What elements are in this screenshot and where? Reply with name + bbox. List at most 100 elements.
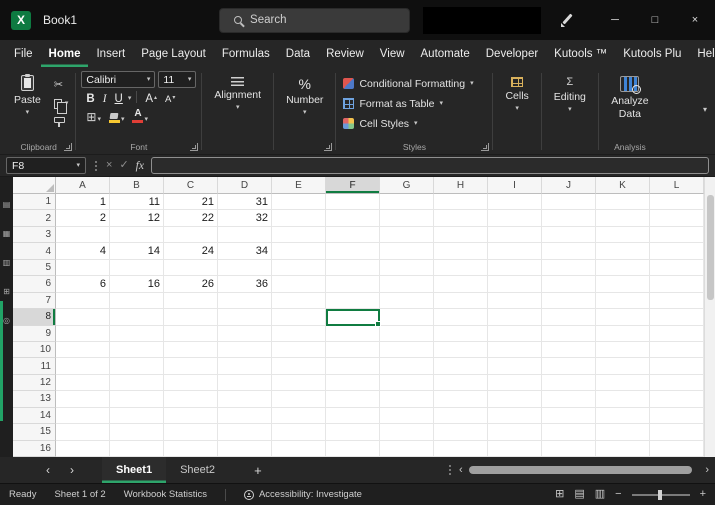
- cell-k10[interactable]: [596, 341, 650, 359]
- cell-h4[interactable]: [434, 243, 488, 260]
- cell-l16[interactable]: [650, 440, 704, 457]
- font-dialog-launcher[interactable]: [190, 143, 199, 151]
- page-break-view-icon[interactable]: ▥: [595, 489, 605, 500]
- cell-j8[interactable]: [542, 309, 596, 326]
- cell-j11[interactable]: [542, 358, 596, 375]
- cell-a14[interactable]: [56, 407, 110, 425]
- cell-j2[interactable]: [542, 210, 596, 227]
- cell-e3[interactable]: [272, 226, 326, 244]
- menu-tab-automate[interactable]: Automate: [413, 40, 478, 67]
- cell-c6[interactable]: 26: [164, 276, 218, 293]
- cell-a13[interactable]: [56, 391, 110, 408]
- cancel-entry-icon[interactable]: ×: [106, 160, 112, 171]
- scroll-right-icon[interactable]: ›: [705, 464, 709, 476]
- cell-f11[interactable]: [326, 358, 380, 375]
- cell-g10[interactable]: [380, 341, 434, 359]
- next-sheet-icon[interactable]: ›: [70, 463, 74, 477]
- column-header-g[interactable]: G: [380, 177, 434, 194]
- cell-d15[interactable]: [218, 424, 272, 441]
- menu-tab-view[interactable]: View: [372, 40, 413, 67]
- minimize-button[interactable]: ─: [595, 0, 635, 40]
- cell-k4[interactable]: [596, 243, 650, 260]
- cell-f6[interactable]: [326, 276, 380, 293]
- cell-i1[interactable]: [488, 194, 542, 211]
- cell-l9[interactable]: [650, 325, 704, 342]
- sheet-tab-sheet1[interactable]: Sheet1: [102, 457, 167, 483]
- cell-g1[interactable]: [380, 194, 434, 211]
- cell-l1[interactable]: [650, 194, 704, 211]
- cell-b14[interactable]: [110, 407, 164, 425]
- conditional-formatting-button[interactable]: Conditional Formatting ▾: [341, 74, 487, 93]
- cell-c11[interactable]: [164, 358, 218, 375]
- row-header-13[interactable]: 13: [13, 391, 56, 408]
- row-header-11[interactable]: 11: [13, 358, 56, 375]
- cell-b1[interactable]: 11: [110, 194, 164, 211]
- scroll-left-icon[interactable]: ‹: [459, 464, 463, 476]
- cell-g9[interactable]: [380, 325, 434, 342]
- cell-l3[interactable]: [650, 226, 704, 244]
- styles-dialog-launcher[interactable]: [481, 143, 490, 151]
- cell-h5[interactable]: [434, 259, 488, 277]
- cell-l2[interactable]: [650, 210, 704, 227]
- row-header-12[interactable]: 12: [13, 374, 56, 392]
- cell-c4[interactable]: 24: [164, 243, 218, 260]
- cell-c1[interactable]: 21: [164, 194, 218, 211]
- menu-tab-formulas[interactable]: Formulas: [214, 40, 278, 67]
- menu-tab-page-layout[interactable]: Page Layout: [133, 40, 214, 67]
- cell-b16[interactable]: [110, 440, 164, 457]
- cell-c3[interactable]: [164, 226, 218, 244]
- cell-b6[interactable]: 16: [110, 276, 164, 293]
- cell-e2[interactable]: [272, 210, 326, 227]
- cell-a2[interactable]: 2: [56, 210, 110, 227]
- cell-f14[interactable]: [326, 407, 380, 425]
- cell-j9[interactable]: [542, 325, 596, 342]
- cell-h1[interactable]: [434, 194, 488, 211]
- cell-l10[interactable]: [650, 341, 704, 359]
- cell-k14[interactable]: [596, 407, 650, 425]
- panel-grid-icon[interactable]: ⊞: [3, 288, 10, 296]
- cell-g8[interactable]: [380, 309, 434, 326]
- cell-e10[interactable]: [272, 341, 326, 359]
- analyze-data-button[interactable]: Analyze Data: [604, 71, 656, 120]
- menu-tab-home[interactable]: Home: [41, 40, 89, 67]
- row-header-2[interactable]: 2: [13, 210, 56, 227]
- menu-tab-kutools[interactable]: Kutools ™: [546, 40, 615, 67]
- cell-b2[interactable]: 12: [110, 210, 164, 227]
- cell-b10[interactable]: [110, 341, 164, 359]
- cell-k16[interactable]: [596, 440, 650, 457]
- cell-l13[interactable]: [650, 391, 704, 408]
- cell-k12[interactable]: [596, 374, 650, 392]
- cell-i8[interactable]: [488, 309, 542, 326]
- row-header-7[interactable]: 7: [13, 292, 56, 310]
- zoom-in-button[interactable]: +: [700, 489, 706, 500]
- format-painter-button[interactable]: [52, 115, 71, 130]
- cell-c12[interactable]: [164, 374, 218, 392]
- cell-h16[interactable]: [434, 440, 488, 457]
- cell-f10[interactable]: [326, 341, 380, 359]
- clipboard-dialog-launcher[interactable]: [64, 143, 73, 151]
- menu-tab-help[interactable]: Help: [689, 40, 715, 67]
- cell-l14[interactable]: [650, 407, 704, 425]
- menu-tab-file[interactable]: File: [6, 40, 41, 67]
- menu-tab-review[interactable]: Review: [318, 40, 372, 67]
- cell-i5[interactable]: [488, 259, 542, 277]
- cell-h8[interactable]: [434, 309, 488, 326]
- cell-l5[interactable]: [650, 259, 704, 277]
- column-header-l[interactable]: L: [650, 177, 704, 194]
- column-header-f[interactable]: F: [326, 177, 380, 194]
- previous-sheet-icon[interactable]: ‹: [46, 463, 50, 477]
- cell-k8[interactable]: [596, 309, 650, 326]
- cell-h3[interactable]: [434, 226, 488, 244]
- bold-button[interactable]: B: [83, 90, 97, 106]
- cell-c10[interactable]: [164, 341, 218, 359]
- cell-c8[interactable]: [164, 309, 218, 326]
- cell-g2[interactable]: [380, 210, 434, 227]
- row-header-8[interactable]: 8: [13, 309, 56, 326]
- cell-i9[interactable]: [488, 325, 542, 342]
- cell-g12[interactable]: [380, 374, 434, 392]
- cell-e16[interactable]: [272, 440, 326, 457]
- cell-g16[interactable]: [380, 440, 434, 457]
- row-header-9[interactable]: 9: [13, 325, 56, 342]
- cell-d10[interactable]: [218, 341, 272, 359]
- row-header-3[interactable]: 3: [13, 226, 56, 244]
